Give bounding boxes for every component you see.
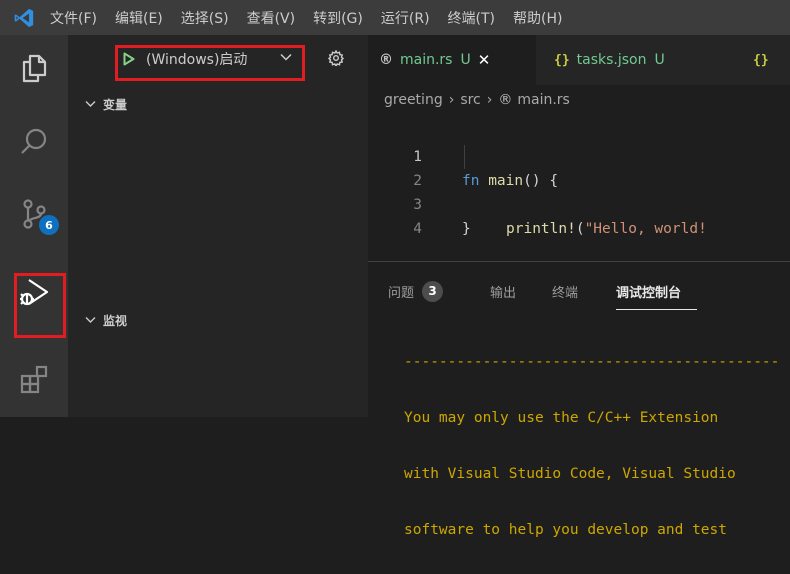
rust-icon: ® bbox=[498, 92, 513, 108]
activity-bar: 6 bbox=[0, 35, 68, 417]
code-macro: println! bbox=[506, 221, 576, 237]
bottom-panel: 问题 3 输出 终端 调试控制台 -----------------------… bbox=[368, 261, 790, 538]
tab-debug-console[interactable]: 调试控制台 bbox=[616, 280, 681, 302]
source-control-badge: 6 bbox=[39, 215, 59, 235]
files-icon bbox=[20, 53, 48, 83]
variables-section-header[interactable]: 变量 bbox=[68, 93, 368, 115]
search-icon bbox=[19, 127, 49, 157]
tab-label: 输出 bbox=[490, 285, 517, 301]
menu-view[interactable]: 查看(V) bbox=[238, 8, 305, 28]
chevron-down-icon bbox=[85, 313, 96, 327]
chevron-right-icon: › bbox=[486, 92, 493, 108]
activity-source-control[interactable]: 6 bbox=[0, 186, 68, 242]
menu-edit[interactable]: 编辑(E) bbox=[106, 8, 172, 28]
editor-tab-bar: ® main.rs U ✕ {} tasks.json U {} bbox=[368, 35, 790, 85]
tab-label: 调试控制台 bbox=[616, 285, 682, 301]
tab-output[interactable]: 输出 bbox=[490, 280, 516, 302]
json-braces-icon: {} bbox=[554, 52, 570, 68]
chevron-down-icon[interactable] bbox=[280, 51, 292, 66]
activity-explorer[interactable] bbox=[0, 40, 68, 96]
breadcrumb-folder[interactable]: greeting bbox=[384, 92, 443, 108]
breadcrumb: greeting › src › ® main.rs bbox=[384, 89, 570, 111]
run-debug-icon bbox=[17, 275, 51, 309]
console-line: with Visual Studio Code, Visual Studio bbox=[404, 466, 736, 482]
tab-terminal[interactable]: 终端 bbox=[552, 280, 578, 302]
code-line: 1 fn main() { bbox=[368, 121, 790, 189]
menu-selection[interactable]: 选择(S) bbox=[172, 8, 238, 28]
menu-help[interactable]: 帮助(H) bbox=[504, 8, 571, 28]
tab-label: 问题 bbox=[388, 285, 415, 301]
code-string: "Hello, world! bbox=[584, 221, 707, 237]
tab-label: 终端 bbox=[552, 285, 579, 301]
debug-console-output[interactable]: ----------------------------------------… bbox=[404, 318, 779, 574]
tab-label: tasks.json bbox=[576, 52, 647, 68]
activity-run-debug[interactable] bbox=[0, 264, 68, 320]
close-icon[interactable]: ✕ bbox=[478, 51, 491, 69]
extensions-icon bbox=[19, 365, 49, 395]
problems-count-badge: 3 bbox=[422, 280, 444, 302]
variables-section-title: 变量 bbox=[103, 97, 128, 112]
breadcrumb-folder[interactable]: src bbox=[460, 92, 480, 108]
code-punctuation: ( bbox=[575, 221, 585, 237]
watch-section-header[interactable]: 监视 bbox=[68, 309, 368, 331]
tab-status: U bbox=[654, 52, 665, 68]
code-editor[interactable]: 1 fn main() { 2 println!("Hello, world! … bbox=[368, 121, 790, 237]
json-braces-icon: {} bbox=[753, 52, 769, 68]
active-tab-indicator bbox=[616, 309, 697, 310]
console-line: ----------------------------------------… bbox=[404, 354, 780, 370]
watch-section-title: 监视 bbox=[103, 313, 128, 328]
menu-file[interactable]: 文件(F) bbox=[48, 8, 106, 28]
rust-icon: ® bbox=[379, 52, 393, 68]
menu-run[interactable]: 运行(R) bbox=[372, 8, 439, 28]
gear-icon[interactable] bbox=[327, 49, 345, 70]
console-line: software to help you develop and test bbox=[404, 522, 728, 538]
run-debug-sidebar: (Windows)启动 变量 监视 bbox=[68, 35, 368, 417]
code-line: 2 println!("Hello, world! bbox=[368, 145, 790, 237]
debug-toolbar: (Windows)启动 bbox=[68, 35, 368, 80]
chevron-down-icon bbox=[85, 97, 96, 111]
code-line: 4 bbox=[368, 193, 790, 237]
tab-status: U bbox=[460, 52, 471, 68]
menu-bar: 文件(F) 编辑(E) 选择(S) 查看(V) 转到(G) 运行(R) 终端(T… bbox=[0, 0, 790, 35]
tab-tasks-json[interactable]: {} tasks.json U bbox=[536, 35, 736, 85]
panel-tab-bar: 问题 3 输出 终端 调试控制台 bbox=[368, 262, 790, 317]
line-number: 4 bbox=[413, 221, 422, 237]
code-line: 3 } bbox=[368, 169, 790, 237]
tab-main-rs[interactable]: ® main.rs U ✕ bbox=[368, 35, 536, 85]
editor-area: ® main.rs U ✕ {} tasks.json U {} greetin… bbox=[368, 35, 790, 538]
launch-config-select[interactable]: (Windows)启动 bbox=[146, 49, 281, 69]
indent-guide bbox=[464, 145, 465, 169]
menu-go[interactable]: 转到(G) bbox=[304, 8, 372, 28]
tab-label: main.rs bbox=[400, 52, 453, 68]
tab-json-partial[interactable]: {} bbox=[736, 35, 790, 85]
tab-problems[interactable]: 问题 3 bbox=[388, 280, 444, 302]
code-punctuation: } bbox=[462, 221, 471, 237]
breadcrumb-file[interactable]: main.rs bbox=[517, 92, 569, 108]
activity-extensions[interactable] bbox=[0, 352, 68, 408]
start-debugging-icon[interactable] bbox=[123, 52, 135, 70]
chevron-right-icon: › bbox=[448, 92, 455, 108]
menu-terminal[interactable]: 终端(T) bbox=[439, 8, 504, 28]
activity-search[interactable] bbox=[0, 114, 68, 170]
console-line: You may only use the C/C++ Extension bbox=[404, 410, 719, 426]
vscode-logo-icon bbox=[0, 0, 48, 35]
